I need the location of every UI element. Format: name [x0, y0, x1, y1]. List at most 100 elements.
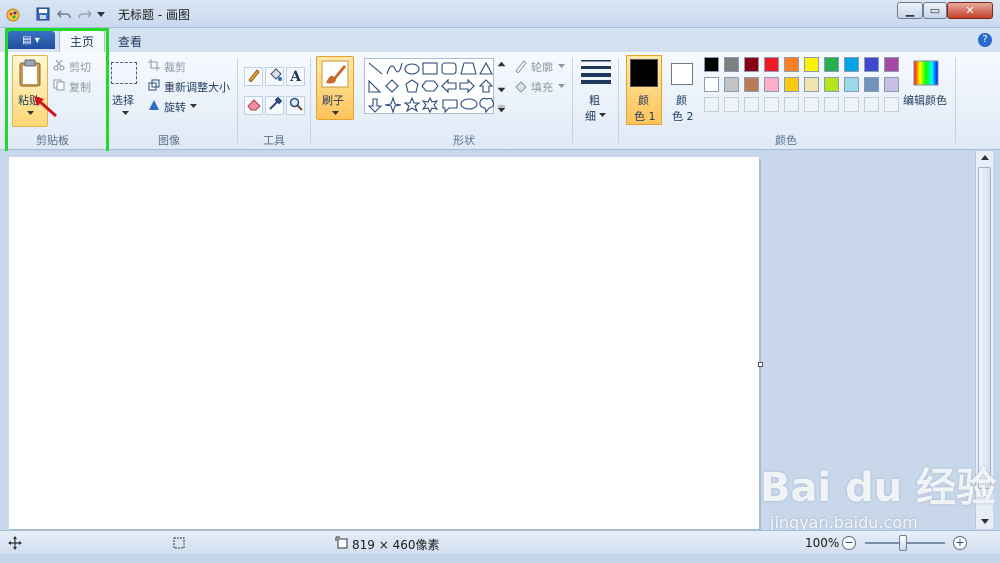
redo-icon[interactable]	[76, 5, 94, 23]
size-dropdown-chevron-icon[interactable]	[599, 112, 606, 117]
divider	[237, 58, 238, 144]
color-swatch[interactable]	[844, 57, 859, 72]
status-bar: 819 × 460像素 100% − +	[0, 530, 1000, 554]
title-bar: 无标题 - 画图 ▁ ▭ ✕	[0, 0, 1000, 28]
select-icon[interactable]	[111, 62, 137, 84]
crop-button[interactable]: 裁剪	[164, 59, 186, 75]
color-swatch[interactable]	[724, 57, 739, 72]
custom-color-slot[interactable]	[824, 97, 839, 112]
zoom-in-button[interactable]: +	[953, 536, 967, 550]
color-swatch[interactable]	[704, 77, 719, 92]
color-swatch[interactable]	[804, 77, 819, 92]
custom-color-slot[interactable]	[884, 97, 899, 112]
color2-button[interactable]	[671, 63, 693, 85]
tools-group-label: 工具	[263, 134, 285, 147]
canvas-resize-handle-right[interactable]	[758, 362, 763, 367]
close-button[interactable]: ✕	[947, 2, 993, 19]
magnifier-tool-button[interactable]	[286, 96, 305, 115]
shapes-scroll-arrows-icon[interactable]	[497, 58, 506, 114]
help-icon[interactable]: ?	[978, 33, 992, 47]
resize-icon	[148, 79, 160, 91]
edit-colors-icon	[912, 59, 940, 87]
color-swatch[interactable]	[864, 57, 879, 72]
color1-label-line1: 颜	[638, 94, 649, 107]
color-swatch[interactable]	[784, 57, 799, 72]
select-button[interactable]: 选择	[112, 92, 134, 108]
size-label-line2: 细	[585, 110, 596, 123]
maximize-icon: ▭	[929, 4, 941, 17]
colors-group-label: 颜色	[775, 134, 797, 147]
scroll-down-arrow-icon[interactable]	[980, 517, 989, 526]
magnifier-icon	[289, 97, 303, 114]
paint-app-icon[interactable]	[4, 5, 22, 23]
zoom-slider-thumb[interactable]	[899, 535, 907, 551]
color1-label-line2: 色 1	[634, 110, 656, 123]
maximize-button[interactable]: ▭	[923, 2, 947, 19]
customize-toolbar-chevron-icon[interactable]	[95, 5, 107, 23]
fill-button[interactable]: 填充	[531, 79, 553, 95]
fill-icon	[514, 79, 528, 93]
custom-color-slot[interactable]	[764, 97, 779, 112]
window-title: 无标题 - 画图	[118, 8, 190, 22]
undo-icon[interactable]	[55, 5, 73, 23]
color-swatch[interactable]	[784, 77, 799, 92]
rotate-dropdown-chevron-icon[interactable]	[190, 103, 197, 108]
divider	[310, 58, 311, 144]
baidu-watermark: Bai du 经验	[760, 465, 997, 511]
color-swatch[interactable]	[804, 57, 819, 72]
scroll-up-arrow-icon[interactable]	[980, 153, 989, 162]
rotate-button[interactable]: 旋转	[164, 99, 186, 115]
outline-dropdown-chevron-icon[interactable]	[558, 63, 565, 68]
ribbon: 粘贴 剪切 复制 剪贴板 选择 裁剪 重新调整大小 旋转 图像 A 工具 刷子 …	[0, 52, 1000, 150]
custom-color-slot[interactable]	[704, 97, 719, 112]
fill-tool-button[interactable]	[265, 67, 284, 86]
brush-icon	[320, 59, 350, 89]
outline-icon	[514, 59, 528, 73]
shapes-gallery[interactable]	[364, 58, 495, 114]
minimize-icon: ▁	[905, 4, 915, 17]
eyedropper-icon	[268, 96, 282, 114]
rotate-icon	[148, 99, 160, 111]
color-swatch[interactable]	[844, 77, 859, 92]
custom-color-slot[interactable]	[844, 97, 859, 112]
color-swatch[interactable]	[824, 77, 839, 92]
color-swatch[interactable]	[864, 77, 879, 92]
paint-bucket-icon	[268, 68, 282, 85]
custom-color-slot[interactable]	[724, 97, 739, 112]
fill-dropdown-chevron-icon[interactable]	[558, 83, 565, 88]
custom-color-slot[interactable]	[744, 97, 759, 112]
custom-color-slot[interactable]	[784, 97, 799, 112]
color-swatch[interactable]	[824, 57, 839, 72]
color2-label-line1: 颜	[676, 94, 687, 107]
minimize-button[interactable]: ▁	[897, 2, 923, 19]
custom-color-slot[interactable]	[804, 97, 819, 112]
scrollbar-thumb[interactable]	[978, 167, 991, 489]
size-button[interactable]: 粗	[589, 92, 600, 108]
color-swatch[interactable]	[704, 57, 719, 72]
brushes-dropdown-chevron-icon[interactable]	[332, 110, 339, 115]
color-swatch[interactable]	[724, 77, 739, 92]
selection-size-icon	[172, 536, 186, 550]
color-swatch[interactable]	[764, 77, 779, 92]
edit-colors-button[interactable]: 编辑颜色	[903, 92, 947, 108]
color-picker-tool-button[interactable]	[265, 96, 284, 115]
canvas-size-icon	[335, 536, 349, 550]
tab-view[interactable]: 查看	[108, 30, 152, 52]
drawing-canvas[interactable]	[9, 157, 759, 529]
shapes-group-label: 形状	[453, 134, 475, 147]
custom-color-slot[interactable]	[864, 97, 879, 112]
pencil-tool-button[interactable]	[244, 67, 263, 86]
eraser-tool-button[interactable]	[244, 96, 263, 115]
zoom-out-button[interactable]: −	[842, 536, 856, 550]
select-dropdown-chevron-icon[interactable]	[122, 110, 129, 115]
canvas-dimensions: 819 × 460像素	[352, 538, 440, 552]
color-swatch[interactable]	[884, 77, 899, 92]
text-tool-button[interactable]: A	[286, 67, 305, 86]
outline-button[interactable]: 轮廓	[531, 59, 553, 75]
color-swatch[interactable]	[744, 77, 759, 92]
resize-button[interactable]: 重新调整大小	[164, 79, 230, 95]
save-icon[interactable]	[34, 5, 52, 23]
color-swatch[interactable]	[744, 57, 759, 72]
color-swatch[interactable]	[884, 57, 899, 72]
color-swatch[interactable]	[764, 57, 779, 72]
